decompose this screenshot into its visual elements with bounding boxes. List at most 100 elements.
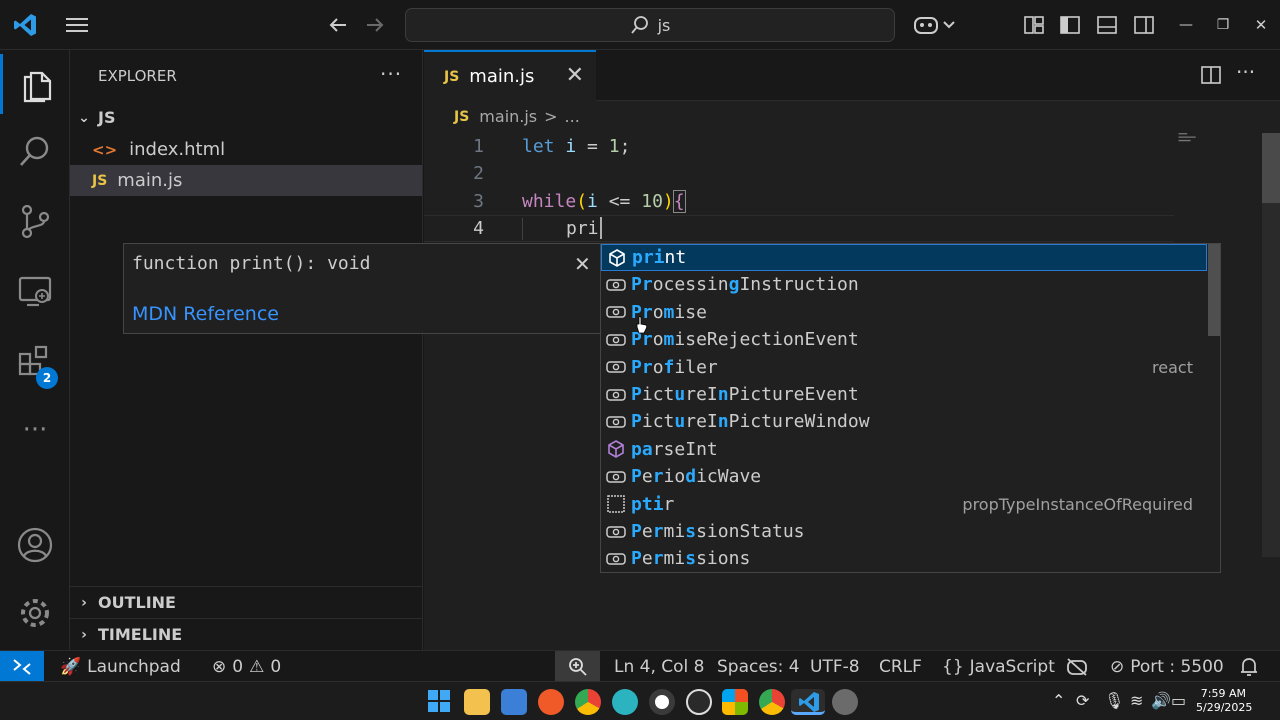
chevron-up-icon[interactable]: ⌃ — [1052, 691, 1065, 710]
arrow-left-icon[interactable] — [325, 12, 351, 38]
clock[interactable]: 7:59 AM 5/29/2025 — [1196, 687, 1252, 715]
settings-gear-icon[interactable] — [0, 583, 70, 643]
settings-taskbar-icon[interactable] — [832, 689, 858, 715]
breadcrumb-rest[interactable]: ... — [565, 107, 580, 126]
explorer-sidebar: EXPLORER ··· ⌄ JS <> index.html JS main.… — [70, 50, 423, 650]
battery-icon[interactable]: ▭ — [1171, 691, 1186, 710]
explorer-icon[interactable] — [0, 54, 70, 114]
sidebar-more-icon[interactable]: ··· — [380, 62, 402, 86]
variable-icon — [601, 524, 631, 540]
close-icon[interactable]: ✕ — [574, 252, 591, 276]
code-line-1[interactable]: 1 let i = 1; — [424, 133, 1184, 160]
remote-indicator[interactable] — [0, 651, 44, 682]
office-icon[interactable] — [722, 689, 748, 715]
language-label: JavaScript — [969, 656, 1055, 677]
toggle-secondary-sidebar-icon[interactable] — [1131, 12, 1157, 38]
line-number: 3 — [473, 191, 484, 212]
copilot-icon[interactable] — [912, 12, 958, 38]
split-editor-icon[interactable] — [1200, 64, 1222, 90]
close-icon[interactable]: ✕ — [566, 63, 584, 88]
suggestion-item[interactable]: PictureInPictureEvent — [601, 381, 1207, 408]
suggestion-detail: propTypeInstanceOfRequired — [962, 494, 1193, 514]
code-token: i — [565, 136, 577, 157]
menu-icon[interactable] — [64, 12, 90, 38]
toggle-sidebar-icon[interactable] — [1057, 12, 1083, 38]
layout-customize-icon[interactable] — [1021, 12, 1047, 38]
arrow-right-icon[interactable] — [362, 12, 388, 38]
code-line-4[interactable]: 4 pri — [424, 215, 1174, 242]
indentation-status[interactable]: Spaces: 4 — [717, 651, 800, 682]
github-icon[interactable] — [686, 689, 712, 715]
cube-icon — [602, 248, 632, 268]
variable-icon — [601, 332, 631, 348]
suggestion-item[interactable]: PeriodicWave — [601, 463, 1207, 490]
variable-icon — [601, 387, 631, 403]
code-line-3[interactable]: 3 while(i <= 10){ — [424, 188, 1184, 215]
folder-js[interactable]: ⌄ JS — [70, 102, 422, 133]
timeline-section[interactable]: › TIMELINE — [70, 618, 422, 650]
minimap[interactable] — [1178, 132, 1198, 144]
suggestion-item[interactable]: PictureInPictureWindow — [601, 408, 1207, 435]
js-file-icon: JS — [454, 108, 470, 125]
problems-status[interactable]: ⊗ 0 ⚠ 0 — [212, 651, 281, 682]
start-icon[interactable] — [427, 689, 453, 715]
code-line-2[interactable]: 2 — [424, 160, 1184, 187]
remote-explorer-icon[interactable] — [0, 261, 70, 321]
suggestion-item[interactable]: PermissionStatus — [601, 518, 1207, 545]
suggestion-item[interactable]: ProcessingInstruction — [601, 271, 1207, 298]
file-explorer-icon[interactable] — [464, 689, 490, 715]
suggestion-item[interactable]: Profiler react — [601, 354, 1207, 381]
file-index-html[interactable]: <> index.html — [70, 134, 422, 165]
suggestion-item[interactable]: PromiseRejectionEvent — [601, 326, 1207, 353]
code-token: 10 — [641, 191, 663, 212]
cursor-position-status[interactable]: Ln 4, Col 8 — [614, 651, 705, 682]
toggle-panel-icon[interactable] — [1094, 12, 1120, 38]
editor-more-icon[interactable]: ··· — [1236, 60, 1255, 84]
eol-status[interactable]: CRLF — [879, 651, 922, 682]
volume-icon[interactable]: 🔊 — [1151, 691, 1171, 710]
store-icon[interactable] — [501, 689, 527, 715]
zoom-icon[interactable] — [555, 651, 600, 682]
breadcrumb-file[interactable]: main.js — [479, 107, 537, 126]
launchpad-status[interactable]: 🚀 Launchpad — [60, 651, 181, 682]
suggestion-item[interactable]: Promise — [601, 299, 1207, 326]
minimize-button[interactable]: — — [1173, 12, 1199, 38]
edge-icon[interactable] — [612, 689, 638, 715]
copilot-status-icon[interactable] — [1066, 651, 1088, 682]
mdn-reference-link[interactable]: MDN Reference — [132, 303, 279, 325]
suggestion-label: PromiseRejectionEvent — [631, 329, 859, 351]
search-icon[interactable] — [0, 122, 70, 182]
close-window-button[interactable]: ✕ — [1248, 12, 1274, 38]
wifi-icon[interactable]: ≋ — [1130, 691, 1143, 710]
restore-button[interactable]: ❐ — [1210, 12, 1236, 38]
encoding-status[interactable]: UTF-8 — [810, 651, 860, 682]
more-views-icon[interactable]: ··· — [0, 400, 70, 460]
sync-icon[interactable]: ⟳ — [1076, 691, 1089, 710]
suggestion-item[interactable]: print — [601, 244, 1207, 271]
bell-icon[interactable] — [1240, 651, 1258, 682]
source-control-icon[interactable] — [0, 191, 70, 251]
chrome-profile-icon[interactable] — [759, 689, 785, 715]
suggestions-scrollbar[interactable] — [1208, 244, 1220, 336]
editor-scrollbar-thumb[interactable] — [1262, 133, 1280, 203]
code-token: ( — [576, 191, 588, 212]
extensions-icon[interactable]: 2 — [0, 332, 70, 392]
file-main-js[interactable]: JS main.js — [70, 165, 422, 196]
suggestion-item[interactable]: Permissions — [601, 545, 1207, 572]
suggestion-item[interactable]: parseInt — [601, 436, 1207, 463]
suggestion-item[interactable]: ptir propTypeInstanceOfRequired — [601, 491, 1207, 518]
chrome-icon[interactable] — [575, 689, 601, 715]
suggestion-label: PictureInPictureEvent — [631, 384, 859, 405]
command-center-search[interactable]: js — [405, 8, 895, 42]
outline-section[interactable]: › OUTLINE — [70, 586, 422, 618]
account-icon[interactable] — [0, 515, 70, 575]
live-server-status[interactable]: ⊘ Port : 5500 — [1110, 651, 1224, 682]
microphone-icon[interactable]: 🎙 — [1104, 691, 1124, 710]
code-token: while — [522, 191, 577, 212]
app-icon[interactable] — [538, 689, 564, 715]
language-status[interactable]: {} JavaScript — [942, 651, 1055, 682]
tab-main-js[interactable]: JS main.js ✕ — [424, 50, 596, 101]
record-icon[interactable] — [649, 689, 675, 715]
code-token: pri — [566, 218, 599, 239]
vscode-taskbar-icon[interactable] — [791, 689, 825, 715]
